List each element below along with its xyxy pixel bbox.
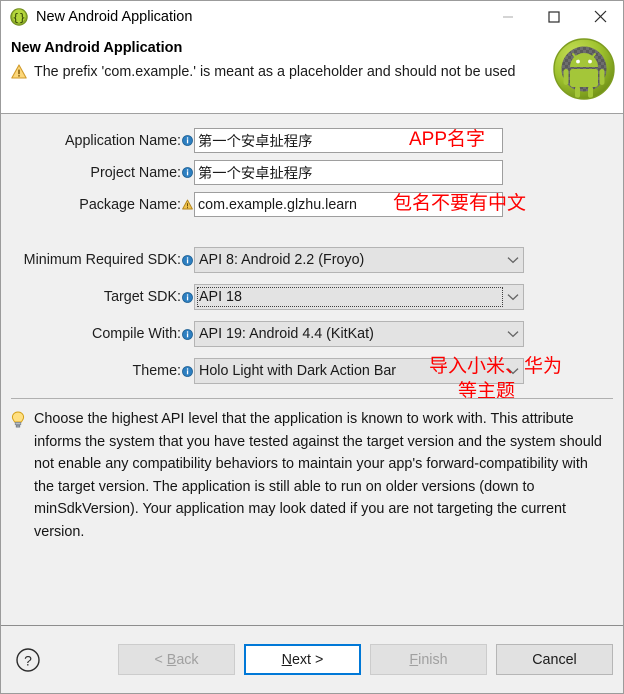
help-separator xyxy=(11,398,613,399)
warning-icon[interactable] xyxy=(181,199,194,210)
title-bar: {} New Android Application xyxy=(1,1,623,32)
target-sdk-value: API 18 xyxy=(197,287,503,307)
back-button[interactable]: < Back xyxy=(118,644,235,675)
chevron-down-icon xyxy=(507,363,519,379)
question-mark-icon[interactable]: ? xyxy=(15,647,41,673)
info-icon[interactable] xyxy=(181,328,194,340)
wizard-buttons: < Back Next > Finish Cancel xyxy=(118,644,613,675)
minimize-button[interactable] xyxy=(485,1,531,32)
chevron-down-icon xyxy=(507,252,519,268)
minimum-required-sdk-label: Minimum Required SDK: xyxy=(23,252,181,268)
field-row-application-name: Application Name: 第一个安卓扯程序 xyxy=(1,128,623,153)
application-name-value: 第一个安卓扯程序 xyxy=(198,134,313,150)
help-panel: Choose the highest API level that the ap… xyxy=(1,400,623,543)
project-name-input[interactable]: 第一个安卓扯程序 xyxy=(194,160,503,185)
info-icon[interactable] xyxy=(181,365,194,377)
info-icon[interactable] xyxy=(181,135,194,146)
android-robot-icon xyxy=(553,38,615,105)
svg-text:?: ? xyxy=(24,652,32,668)
field-row-project-name: Project Name: 第一个安卓扯程序 xyxy=(1,160,623,185)
package-name-input[interactable]: com.example.glzhu.learn xyxy=(194,192,503,217)
cancel-button[interactable]: Cancel xyxy=(496,644,613,675)
finish-button-label: Finish xyxy=(409,651,448,668)
window-controls xyxy=(485,1,623,32)
cancel-button-label: Cancel xyxy=(532,651,577,668)
target-sdk-dropdown[interactable]: API 18 xyxy=(194,284,524,310)
button-bar: ? < Back Next > Finish Cancel xyxy=(1,625,623,693)
dialog-header: New Android Application The prefix 'com.… xyxy=(1,32,623,114)
project-name-label: Project Name: xyxy=(90,164,181,181)
next-button-label: Next > xyxy=(281,651,324,668)
minimum-required-sdk-dropdown[interactable]: API 8: Android 2.2 (Froyo) xyxy=(194,247,524,273)
info-icon[interactable] xyxy=(181,167,194,178)
maximize-button[interactable] xyxy=(531,1,577,32)
header-warning-message: The prefix 'com.example.' is meant as a … xyxy=(34,64,516,80)
compile-with-label: Compile With: xyxy=(92,326,181,342)
chevron-down-icon xyxy=(507,289,519,305)
minimum-required-sdk-value: API 8: Android 2.2 (Froyo) xyxy=(199,252,365,268)
package-name-label: Package Name: xyxy=(79,196,181,213)
close-button[interactable] xyxy=(577,1,623,32)
info-icon[interactable] xyxy=(181,291,194,303)
help-text: Choose the highest API level that the ap… xyxy=(34,411,602,540)
warning-triangle-icon xyxy=(11,64,27,84)
svg-text:{}: {} xyxy=(12,11,25,24)
compile-with-dropdown[interactable]: API 19: Android 4.4 (KitKat) xyxy=(194,321,524,347)
theme-dropdown[interactable]: Holo Light with Dark Action Bar xyxy=(194,358,524,384)
next-button[interactable]: Next > xyxy=(244,644,361,675)
field-row-package-name: Package Name: com.example.glzhu.learn xyxy=(1,192,623,217)
info-icon[interactable] xyxy=(181,254,194,266)
application-name-label: Application Name: xyxy=(64,132,181,149)
header-message-row: The prefix 'com.example.' is meant as a … xyxy=(11,62,623,84)
target-sdk-label: Target SDK: xyxy=(103,289,181,305)
finish-button[interactable]: Finish xyxy=(370,644,487,675)
chevron-down-icon xyxy=(507,326,519,342)
window-title: New Android Application xyxy=(36,8,193,25)
field-row-compile-with: Compile With: API 19: Android 4.4 (KitKa… xyxy=(1,321,623,347)
project-name-value: 第一个安卓扯程序 xyxy=(198,166,313,182)
braces-circle-icon: {} xyxy=(10,7,28,26)
field-row-theme: Theme: Holo Light with Dark Action Bar xyxy=(1,358,623,384)
field-row-minimum-required-sdk: Minimum Required SDK: API 8: Android 2.2… xyxy=(1,247,623,273)
lightbulb-icon xyxy=(11,411,25,543)
page-title: New Android Application xyxy=(11,40,183,56)
theme-value: Holo Light with Dark Action Bar xyxy=(199,363,397,379)
application-name-input[interactable]: 第一个安卓扯程序 xyxy=(194,128,503,153)
theme-label: Theme: xyxy=(132,363,181,379)
field-row-target-sdk: Target SDK: API 18 xyxy=(1,284,623,310)
dialog-body: Application Name: 第一个安卓扯程序 Project Name:… xyxy=(1,114,623,625)
package-name-value: com.example.glzhu.learn xyxy=(198,196,357,213)
back-button-label: < Back xyxy=(154,651,199,668)
compile-with-value: API 19: Android 4.4 (KitKat) xyxy=(199,326,374,342)
new-android-application-dialog: {} New Android Application New Android A… xyxy=(0,0,624,694)
